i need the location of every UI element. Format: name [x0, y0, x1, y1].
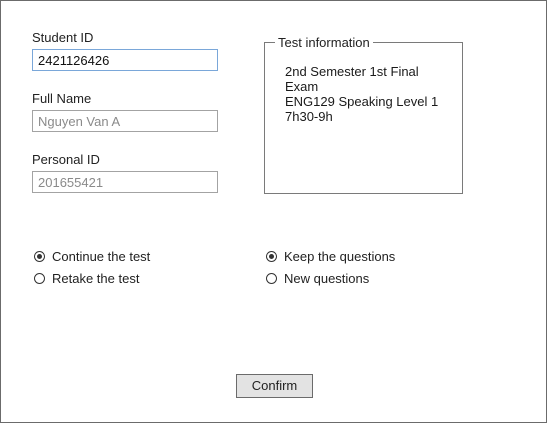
- radio-button-unchecked[interactable]: [34, 272, 45, 284]
- personal-id-input[interactable]: [32, 171, 218, 193]
- exam-time: 7h30-9h: [285, 109, 333, 124]
- radio-button-checked[interactable]: [34, 250, 45, 262]
- student-id-input[interactable]: [32, 49, 218, 71]
- student-id-label: Student ID: [32, 30, 94, 45]
- exam-name: 2nd Semester 1st Final Exam: [285, 64, 419, 94]
- full-name-label: Full Name: [32, 91, 92, 106]
- full-name-input[interactable]: [32, 110, 218, 132]
- radio-button-unchecked[interactable]: [266, 272, 277, 284]
- confirm-button[interactable]: Confirm: [236, 374, 313, 398]
- radio-new-questions[interactable]: New questions: [266, 270, 369, 286]
- personal-id-label: Personal ID: [32, 152, 100, 167]
- test-information-legend: Test information: [278, 35, 370, 50]
- test-information-text: 2nd Semester 1st Final Exam ENG129 Speak…: [285, 64, 455, 124]
- exam-window: Student ID Full Name Personal ID Test in…: [0, 0, 547, 423]
- radio-new-questions-label: New questions: [284, 270, 370, 286]
- radio-keep-questions[interactable]: Keep the questions: [266, 248, 395, 264]
- course-name: ENG129 Speaking Level 1: [285, 94, 439, 109]
- radio-continue-test[interactable]: Continue the test: [34, 248, 150, 264]
- radio-continue-test-label: Continue the test: [52, 248, 151, 264]
- radio-retake-test[interactable]: Retake the test: [34, 270, 139, 286]
- radio-retake-test-label: Retake the test: [52, 270, 140, 286]
- radio-button-checked[interactable]: [266, 250, 277, 262]
- radio-keep-questions-label: Keep the questions: [284, 248, 396, 264]
